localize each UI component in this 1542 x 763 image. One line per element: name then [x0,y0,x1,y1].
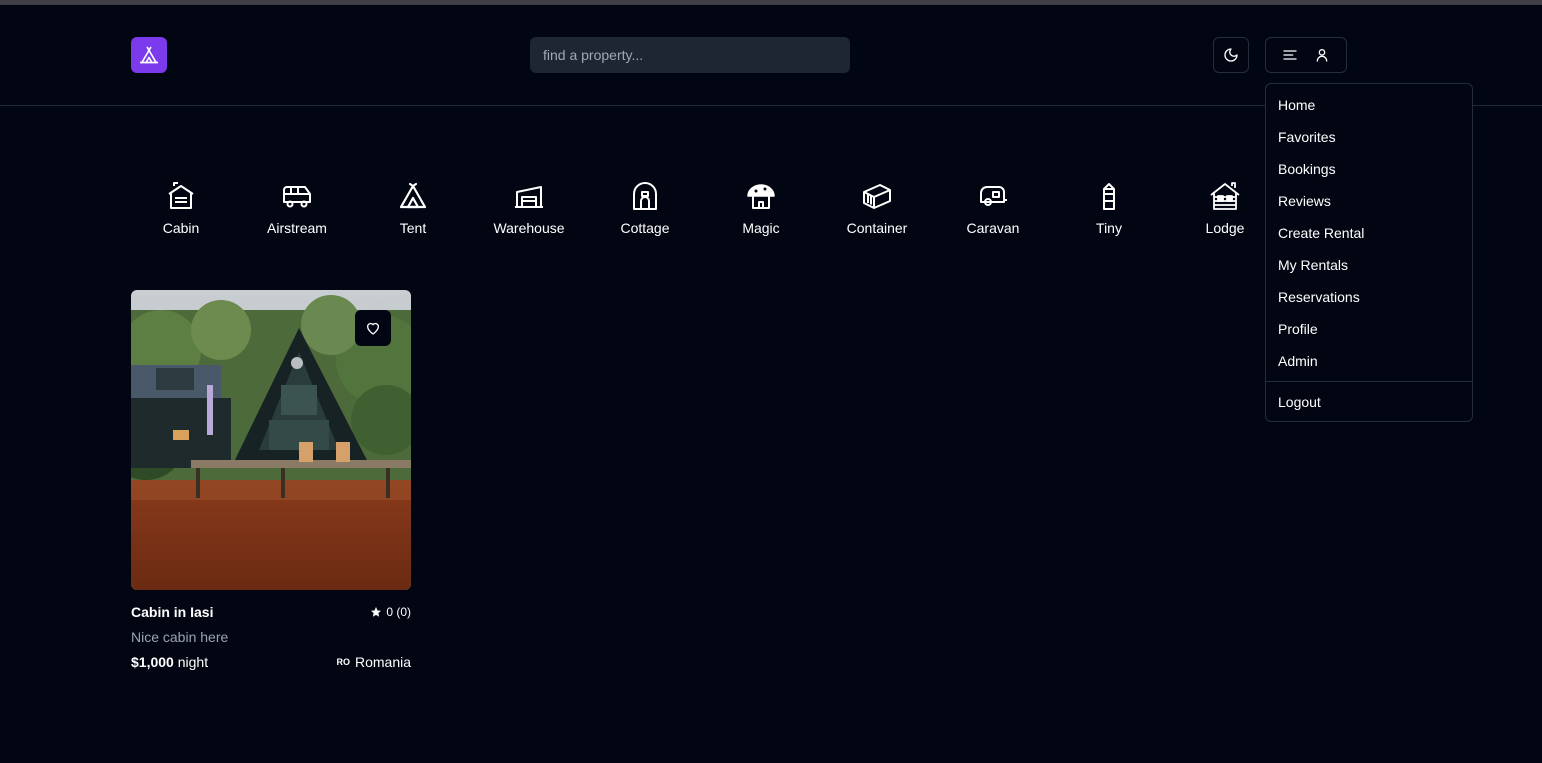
property-description: Nice cabin here [131,629,229,645]
category-label: Container [846,220,908,236]
category-label: Cabin [162,220,200,236]
menu-item-bookings[interactable]: Bookings [1266,153,1472,185]
category-tent[interactable]: Tent [355,180,471,240]
country-name: Romania [354,654,411,670]
warehouse-icon [515,186,543,208]
caravan-icon [980,186,1007,206]
category-warehouse[interactable]: Warehouse [471,180,587,240]
menu-item-create-rental[interactable]: Create Rental [1266,217,1472,249]
property-country: RO Romania [336,654,411,670]
theme-toggle-button[interactable] [1213,37,1249,73]
menu-item-admin[interactable]: Admin [1266,345,1472,377]
search-input[interactable] [530,37,850,73]
property-title[interactable]: Cabin in Iasi [131,604,213,620]
category-bar: Cabin Airstream Tent Warehouse Cottage M… [123,180,1283,240]
category-tiny[interactable]: Tiny [1051,180,1167,240]
menu-lines-icon [1283,50,1297,60]
cottage-icon [633,182,657,210]
category-label: Caravan [966,220,1020,236]
category-caravan[interactable]: Caravan [935,180,1051,240]
menu-separator [1266,381,1472,382]
price-amount: $1,000 [131,654,174,670]
property-card[interactable]: Cabin in Iasi 0 (0) Nice cabin here $1,0… [131,290,411,670]
menu-item-profile[interactable]: Profile [1266,313,1472,345]
tiny-house-icon [1103,183,1115,210]
menu-item-logout[interactable]: Logout [1266,386,1472,418]
user-menu-button[interactable] [1265,37,1347,73]
container-icon [863,184,891,209]
logo-button[interactable] [131,37,167,73]
property-image[interactable] [131,290,411,590]
category-label: Tent [399,220,427,236]
airstream-icon [283,186,311,208]
property-price: $1,000 night [131,654,208,670]
star-icon [371,607,382,617]
user-dropdown-menu: Home Favorites Bookings Reviews Create R… [1265,83,1473,422]
category-label: Magic [742,220,780,236]
menu-item-reviews[interactable]: Reviews [1266,185,1472,217]
category-label: Warehouse [493,220,565,236]
category-label: Tiny [1096,220,1122,236]
tent-icon [139,46,159,64]
category-label: Airstream [267,220,327,236]
moon-icon [1224,48,1238,62]
tent-icon [399,182,427,209]
category-cottage[interactable]: Cottage [587,180,703,240]
menu-item-my-rentals[interactable]: My Rentals [1266,249,1472,281]
property-rating: 0 (0) [370,605,411,619]
menu-item-favorites[interactable]: Favorites [1266,121,1472,153]
heart-icon [367,322,379,335]
lodge-icon [1210,182,1240,210]
menu-item-home[interactable]: Home [1266,89,1472,121]
menu-item-reservations[interactable]: Reservations [1266,281,1472,313]
mushroom-house-icon [747,184,775,209]
rating-text: 0 (0) [386,605,411,619]
category-container[interactable]: Container [819,180,935,240]
cabin-icon [168,182,194,209]
country-flag: RO [336,657,350,667]
category-airstream[interactable]: Airstream [239,180,355,240]
price-unit: night [177,654,209,670]
category-label: Cottage [620,220,670,236]
favorite-button[interactable] [355,310,391,346]
category-cabin[interactable]: Cabin [123,180,239,240]
category-label: Lodge [1205,220,1245,236]
category-lodge[interactable]: Lodge [1167,180,1283,240]
user-icon [1316,49,1328,62]
category-magic[interactable]: Magic [703,180,819,240]
